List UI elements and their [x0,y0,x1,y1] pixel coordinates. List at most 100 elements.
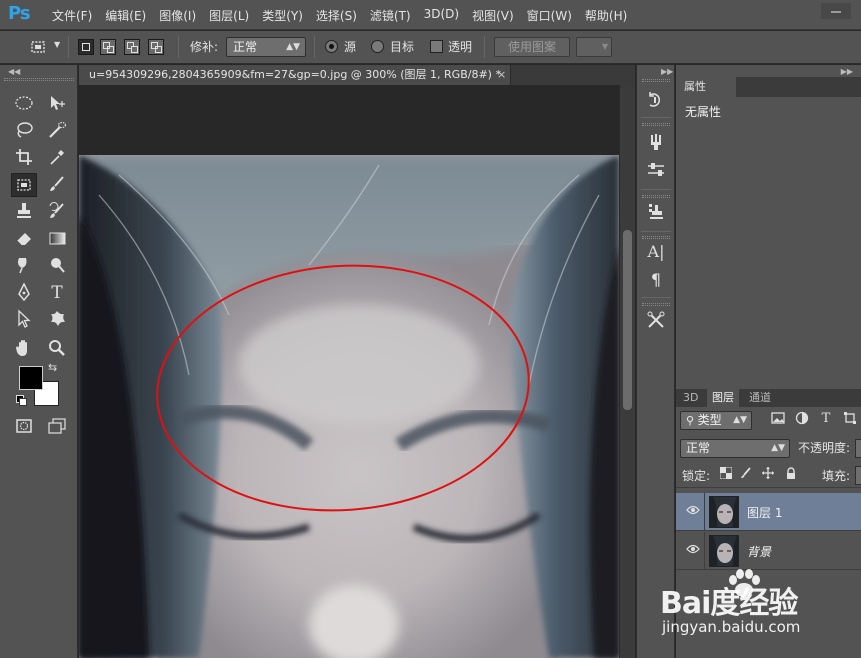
blend-mode-select[interactable]: 正常 ▲▼ [680,439,790,458]
lock-all-icon[interactable] [784,467,798,481]
new-selection-button[interactable] [78,39,94,55]
layers-blend-row: 正常 ▲▼ 不透明度: [676,436,861,460]
eyedropper-icon[interactable] [44,146,70,170]
pattern-picker[interactable]: ▼ [576,37,612,57]
gradient-icon[interactable] [44,227,70,251]
clone-stamp-icon[interactable] [11,200,37,224]
character-panel-icon[interactable]: A| [643,241,669,263]
tab-properties[interactable]: 属性 [676,77,736,97]
minimize-window-button[interactable] [821,3,851,19]
dodge-icon[interactable] [44,254,70,278]
patch-tool-icon[interactable] [11,173,37,197]
tab-channels[interactable]: 通道 [744,389,776,407]
menu-file[interactable]: 文件(F) [52,7,92,24]
watermark-url: jingyan.baidu.com [662,618,801,636]
panel-grip[interactable] [642,79,670,82]
menu-view[interactable]: 视图(V) [472,7,514,24]
no-properties-text: 无属性 [685,105,722,119]
brush-presets-icon[interactable] [643,131,669,153]
menu-select[interactable]: 选择(S) [316,7,357,24]
menu-edit[interactable]: 编辑(E) [105,7,146,24]
custom-shape-icon[interactable] [44,308,70,332]
zoom-icon[interactable] [44,337,70,361]
eraser-icon[interactable] [11,227,37,251]
intersect-selection-button[interactable] [148,39,164,55]
panel-grip[interactable] [642,123,670,126]
radio-target[interactable] [371,40,384,53]
pen-icon[interactable] [11,281,37,305]
patch-mode-select[interactable]: 正常 ▲▼ [226,37,306,57]
path-selection-icon[interactable] [11,308,37,332]
layer-name[interactable]: 图层 1 [747,504,782,521]
foreground-color-swatch[interactable] [19,366,43,390]
lock-position-icon[interactable] [761,467,775,481]
patch-tool-icon[interactable] [28,37,50,57]
panel-grip[interactable] [642,195,670,198]
subtract-from-selection-button[interactable] [124,39,140,55]
history-panel-icon[interactable] [643,89,669,111]
rectangular-marquee-icon[interactable] [11,92,37,116]
layer-name[interactable]: 背景 [747,543,771,560]
layer-filter-value: 类型 [697,413,722,427]
menu-type[interactable]: 类型(Y) [262,7,303,24]
menu-items: 文件(F) 编辑(E) 图像(I) 图层(L) 类型(Y) 选择(S) 滤镜(T… [52,7,640,24]
type-layer-filter-icon[interactable]: T [818,411,834,427]
tab-layers[interactable]: 图层 [707,389,739,407]
collapse-panel-icon[interactable]: ▶▶ [661,67,673,76]
opacity-input[interactable] [855,439,861,458]
swap-colors-icon[interactable]: ⇆ [48,361,57,374]
tab-3d[interactable]: 3D [678,389,703,407]
layers-filter-row: ⚲ 类型 ▲▼ T [676,408,861,434]
eye-icon[interactable] [686,544,700,558]
adjustments-icon[interactable] [643,159,669,181]
type-icon[interactable]: T [44,281,70,305]
menu-filter[interactable]: 滤镜(T) [370,7,411,24]
vertical-scrollbar[interactable] [619,85,635,658]
blur-icon[interactable] [11,254,37,278]
brush-icon[interactable] [44,173,70,197]
paragraph-panel-icon[interactable]: ¶ [643,269,669,291]
move-icon[interactable] [44,92,70,116]
add-to-selection-button[interactable] [100,39,116,55]
lock-transparent-pixels-icon[interactable] [719,466,733,481]
panel-grip[interactable] [4,78,74,81]
eye-icon[interactable] [686,505,700,519]
close-document-icon[interactable]: × [497,65,506,85]
tool-presets-icon[interactable] [643,309,669,331]
document-canvas[interactable] [79,85,619,658]
layer-divider [704,493,705,531]
menu-window[interactable]: 窗口(W) [527,7,572,24]
scrollbar-thumb[interactable] [623,230,632,410]
shape-layer-filter-icon[interactable] [842,411,858,427]
use-pattern-button[interactable]: 使用图案 [494,37,570,57]
screen-mode-icon[interactable] [44,415,70,439]
menu-help[interactable]: 帮助(H) [585,7,627,24]
radio-source[interactable] [325,40,338,53]
transparent-checkbox[interactable] [430,40,443,53]
layer-row-layer1[interactable]: 图层 1 [676,493,861,531]
tool-preset-chevron-icon[interactable]: ▼ [54,40,62,50]
clone-source-icon[interactable] [643,201,669,223]
collapse-panel-icon[interactable]: ◀◀ [8,67,20,76]
menu-image[interactable]: 图像(I) [159,7,196,24]
menu-3d[interactable]: 3D(D) [424,7,459,24]
default-colors-icon[interactable] [16,395,27,406]
adjustment-layer-filter-icon[interactable] [794,411,810,427]
panel-grip[interactable] [642,303,670,306]
layer-row-background[interactable]: 背景 [676,532,861,570]
canvas-image [79,155,619,658]
document-tab[interactable]: u=954309296,2804365909&fm=27&gp=0.jpg @ … [79,65,511,85]
quick-mask-icon[interactable] [11,415,37,439]
history-brush-icon[interactable] [44,200,70,224]
quick-selection-icon[interactable] [44,119,70,143]
menu-layer[interactable]: 图层(L) [209,7,249,24]
layer-filter-select[interactable]: ⚲ 类型 ▲▼ [680,411,752,430]
lasso-icon[interactable] [11,119,37,143]
lock-image-pixels-icon[interactable] [739,467,753,481]
hand-icon[interactable] [11,337,37,361]
pixel-layer-filter-icon[interactable] [770,411,786,427]
fill-input[interactable] [855,466,861,485]
panel-grip[interactable] [642,236,670,239]
collapse-panel-icon[interactable]: ▶▶ [841,67,853,76]
crop-icon[interactable] [11,146,37,170]
